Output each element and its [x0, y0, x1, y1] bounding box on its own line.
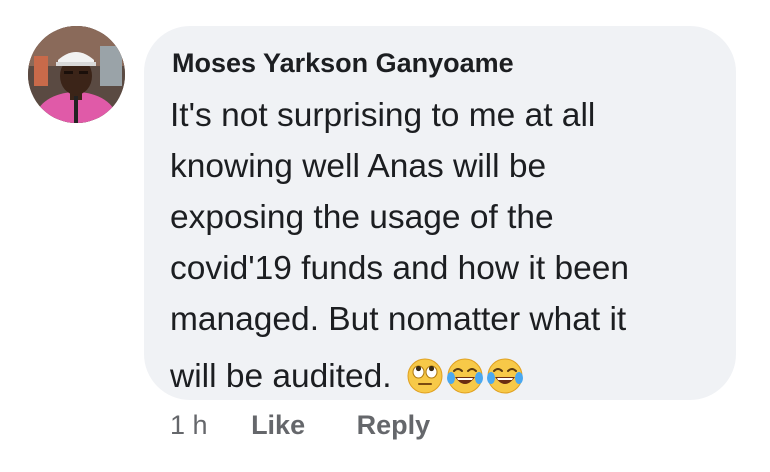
face-with-tears-of-joy-icon [486, 357, 524, 395]
comment-line: exposing the usage of the [170, 199, 554, 236]
avatar-photo [28, 26, 125, 123]
comment-line: covid'19 funds and how it been [170, 250, 629, 287]
comment-author-name[interactable]: Moses Yarkson Ganyoame [172, 48, 514, 79]
avatar[interactable] [28, 26, 125, 123]
face-with-tears-of-joy-icon [446, 357, 484, 395]
comment-body: It's not surprising to me at all knowing… [170, 90, 730, 402]
comment-item: Moses Yarkson Ganyoame It's not surprisi… [0, 0, 770, 472]
comment-line: It's not surprising to me at all [170, 97, 596, 134]
comment-actions: 1 h Like Reply [170, 410, 430, 450]
comment-timestamp[interactable]: 1 h [170, 410, 208, 441]
comment-line: managed. But nomatter what it [170, 301, 627, 338]
comment-bubble: Moses Yarkson Ganyoame It's not surprisi… [144, 26, 736, 400]
comment-line: will be audited. [170, 358, 392, 395]
comment-line: knowing well Anas will be [170, 148, 547, 185]
like-button[interactable]: Like [251, 410, 305, 441]
reply-button[interactable]: Reply [357, 410, 431, 441]
face-with-rolling-eyes-icon [406, 357, 444, 395]
comment-last-line: will be audited. [170, 351, 730, 402]
